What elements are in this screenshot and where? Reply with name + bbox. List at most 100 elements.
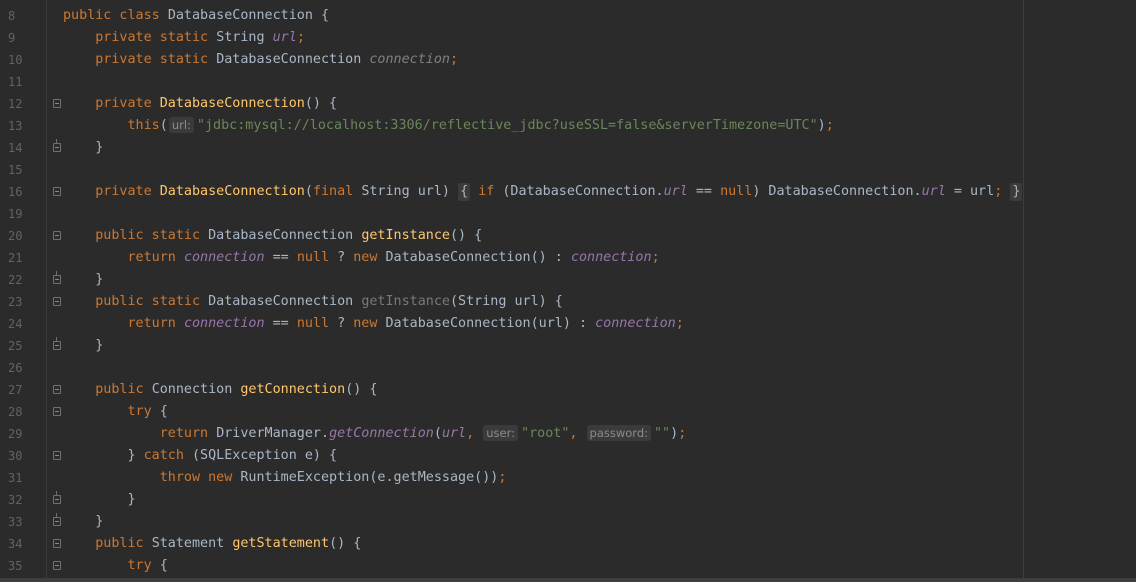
code-token: new: [353, 316, 386, 331]
code-token: }: [63, 338, 104, 353]
line-number: 25: [8, 339, 23, 353]
code-token: ?: [337, 250, 354, 265]
code-line[interactable]: 10 private static DatabaseConnection con…: [0, 49, 1136, 71]
code-token: DatabaseConnection: [208, 228, 362, 243]
line-number: 27: [8, 383, 23, 397]
line-number: 10: [8, 53, 23, 67]
horizontal-scrollbar[interactable]: [0, 578, 1136, 582]
code-line[interactable]: 11: [0, 71, 1136, 93]
fold-end-icon[interactable]: [53, 139, 61, 152]
code-text: try {: [63, 555, 168, 577]
code-token: catch: [143, 448, 192, 463]
code-token: private static: [95, 30, 217, 45]
fold-toggle-icon[interactable]: [53, 231, 61, 240]
code-line[interactable]: 27 public Connection getConnection() {: [0, 379, 1136, 401]
code-text: public class DatabaseConnection {: [63, 5, 329, 27]
code-line[interactable]: 15: [0, 159, 1136, 181]
fold-toggle-icon[interactable]: [53, 451, 61, 460]
code-token: ): [817, 118, 826, 133]
parameter-hint: password:: [586, 425, 651, 441]
code-line[interactable]: 24 return connection == null ? new Datab…: [0, 313, 1136, 335]
code-token: ?: [337, 316, 354, 331]
line-number: 35: [8, 559, 23, 573]
code-token: DatabaseConnection {: [167, 8, 330, 23]
code-line[interactable]: 12 private DatabaseConnection() {: [0, 93, 1136, 115]
fold-end-icon[interactable]: [53, 271, 61, 284]
fold-toggle-icon[interactable]: [53, 539, 61, 548]
code-text: }: [63, 335, 103, 357]
code-token: ==: [264, 250, 297, 265]
fold-end-icon[interactable]: [53, 491, 61, 504]
code-token: ;: [825, 118, 834, 133]
code-line[interactable]: 13 this(url: "jdbc:mysql://localhost:3306…: [0, 115, 1136, 137]
code-token: getInstance: [361, 228, 450, 243]
fold-toggle-icon[interactable]: [53, 385, 61, 394]
code-line[interactable]: 9 private static String url;: [0, 27, 1136, 49]
code-line[interactable]: 28 try {: [0, 401, 1136, 423]
code-token: (DatabaseConnection.: [502, 184, 664, 199]
code-token: public static: [95, 294, 209, 309]
code-line[interactable]: 14 }: [0, 137, 1136, 159]
line-number: 24: [8, 317, 23, 331]
code-text: return DriverManager.getConnection(url, …: [63, 423, 686, 445]
code-line[interactable]: 16 private DatabaseConnection(final Stri…: [0, 181, 1136, 203]
code-token: getConnection: [240, 382, 346, 397]
fold-toggle-icon[interactable]: [53, 561, 61, 570]
code-line[interactable]: 20 public static DatabaseConnection getI…: [0, 225, 1136, 247]
code-line[interactable]: 33 }: [0, 511, 1136, 533]
code-line[interactable]: 21 return connection == null ? new Datab…: [0, 247, 1136, 269]
code-line[interactable]: 23 public static DatabaseConnection getI…: [0, 291, 1136, 313]
code-token: "root": [521, 426, 570, 441]
fold-end-icon[interactable]: [53, 513, 61, 526]
fold-end-icon[interactable]: [53, 337, 61, 350]
code-token: throw new: [159, 470, 241, 485]
code-line[interactable]: 35 try {: [0, 555, 1136, 577]
code-token: DatabaseConnection() :: [385, 250, 571, 265]
code-token: ;: [498, 470, 507, 485]
fold-toggle-icon[interactable]: [53, 99, 61, 108]
code-line[interactable]: 22 }: [0, 269, 1136, 291]
code-token: "jdbc:mysql://localhost:3306/reflective_…: [196, 118, 818, 133]
fold-toggle-icon[interactable]: [53, 187, 61, 196]
fold-toggle-icon[interactable]: [53, 297, 61, 306]
code-token: }: [63, 272, 104, 287]
code-line[interactable]: 32 }: [0, 489, 1136, 511]
code-token: url: [272, 30, 297, 45]
code-token: url: [663, 184, 688, 199]
code-line[interactable]: 30 } catch (SQLException e) {: [0, 445, 1136, 467]
code-line[interactable]: 25 }: [0, 335, 1136, 357]
code-token: () {: [329, 536, 362, 551]
code-text: public Connection getConnection() {: [63, 379, 377, 401]
code-token: connection: [595, 316, 676, 331]
code-token: ==: [264, 316, 297, 331]
code-token: try: [127, 558, 160, 573]
fold-toggle-icon[interactable]: [53, 407, 61, 416]
code-token: {: [159, 558, 168, 573]
code-line[interactable]: 31 throw new RuntimeException(e.getMessa…: [0, 467, 1136, 489]
line-number: 32: [8, 493, 23, 507]
code-token: public static: [95, 228, 209, 243]
code-token: (: [159, 118, 168, 133]
code-line[interactable]: 8 public class DatabaseConnection {: [0, 5, 1136, 27]
code-token: ;: [296, 30, 305, 45]
code-line[interactable]: 19: [0, 203, 1136, 225]
code-line[interactable]: 34 public Statement getStatement() {: [0, 533, 1136, 555]
code-line[interactable]: 26: [0, 357, 1136, 379]
code-token: {: [159, 404, 168, 419]
code-editor[interactable]: 8 public class DatabaseConnection {9 priv…: [0, 0, 1136, 582]
code-token: = url: [945, 184, 995, 199]
code-token: null: [296, 250, 338, 265]
code-token: connection: [369, 52, 450, 67]
code-text: public static DatabaseConnection getInst…: [63, 225, 482, 247]
code-token: ;: [678, 426, 687, 441]
line-number: 14: [8, 141, 23, 155]
code-token: connection: [570, 250, 652, 265]
code-line[interactable]: 29 return DriverManager.getConnection(ur…: [0, 423, 1136, 445]
